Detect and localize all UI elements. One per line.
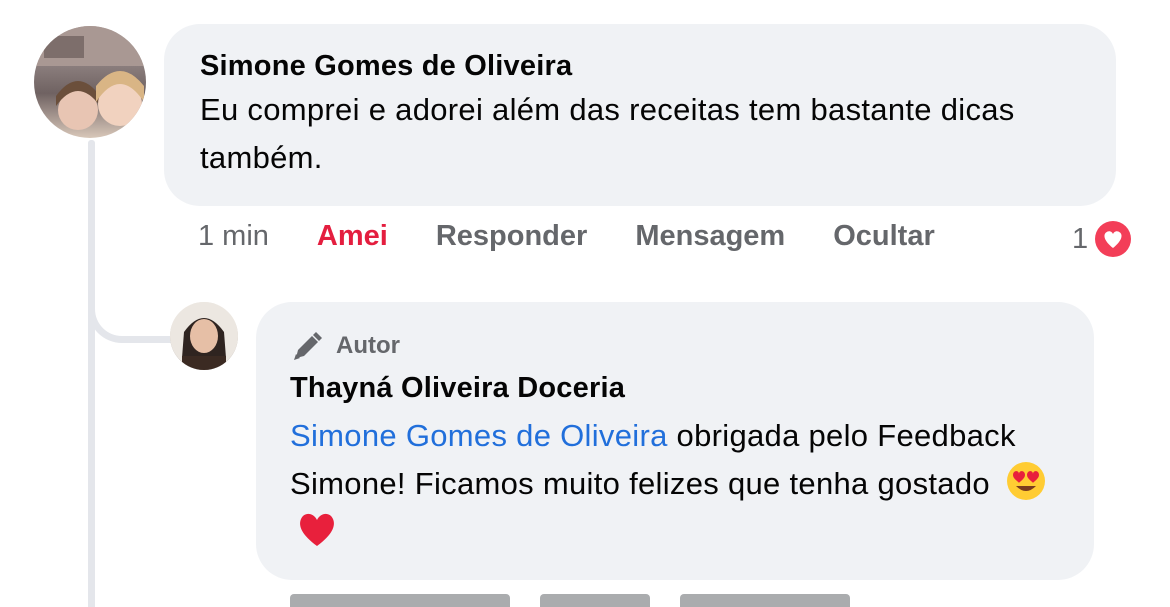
comment-timestamp[interactable]: 1 min <box>198 220 269 253</box>
heart-reaction-icon <box>1093 219 1134 259</box>
reply-button[interactable]: Responder <box>436 220 587 253</box>
reaction-count: 1 <box>1072 222 1089 255</box>
reaction-summary[interactable]: 1 <box>1072 218 1134 260</box>
thread-connector-line <box>88 140 95 607</box>
avatar-thayna[interactable] <box>170 302 238 370</box>
avatar-photo <box>34 26 146 130</box>
mention-link[interactable]: Simone Gomes de Oliveira <box>290 418 668 453</box>
reply-actions-cut-off <box>290 594 850 607</box>
reply-bubble: Autor Thayná Oliveira Doceria Simone Gom… <box>256 302 1094 580</box>
author-badge: Autor <box>290 328 400 364</box>
reply-text: Simone Gomes de Oliveira obrigada pelo F… <box>290 412 1080 556</box>
avatar-photo <box>170 302 238 370</box>
author-badge-label: Autor <box>336 332 400 359</box>
message-button[interactable]: Mensagem <box>635 220 785 253</box>
comment-bubble: Simone Gomes de Oliveira Eu comprei e ad… <box>164 24 1116 206</box>
hide-button[interactable]: Ocultar <box>833 220 935 253</box>
heart-eyes-emoji <box>1006 462 1045 500</box>
love-button[interactable]: Amei <box>317 220 388 253</box>
comment-author-name[interactable]: Simone Gomes de Oliveira <box>200 50 572 83</box>
thread-connector-elbow <box>88 280 175 343</box>
comment-text: Eu comprei e adorei além das receitas te… <box>200 92 1015 175</box>
comment-actions: 1 min Amei Responder Mensagem Ocultar <box>198 220 983 253</box>
reply-author-name[interactable]: Thayná Oliveira Doceria <box>290 372 625 405</box>
comment-thread: Simone Gomes de Oliveira Eu comprei e ad… <box>0 0 1170 607</box>
pencil-icon <box>294 332 322 360</box>
avatar-simone[interactable] <box>34 26 146 138</box>
red-heart-emoji <box>300 513 334 546</box>
